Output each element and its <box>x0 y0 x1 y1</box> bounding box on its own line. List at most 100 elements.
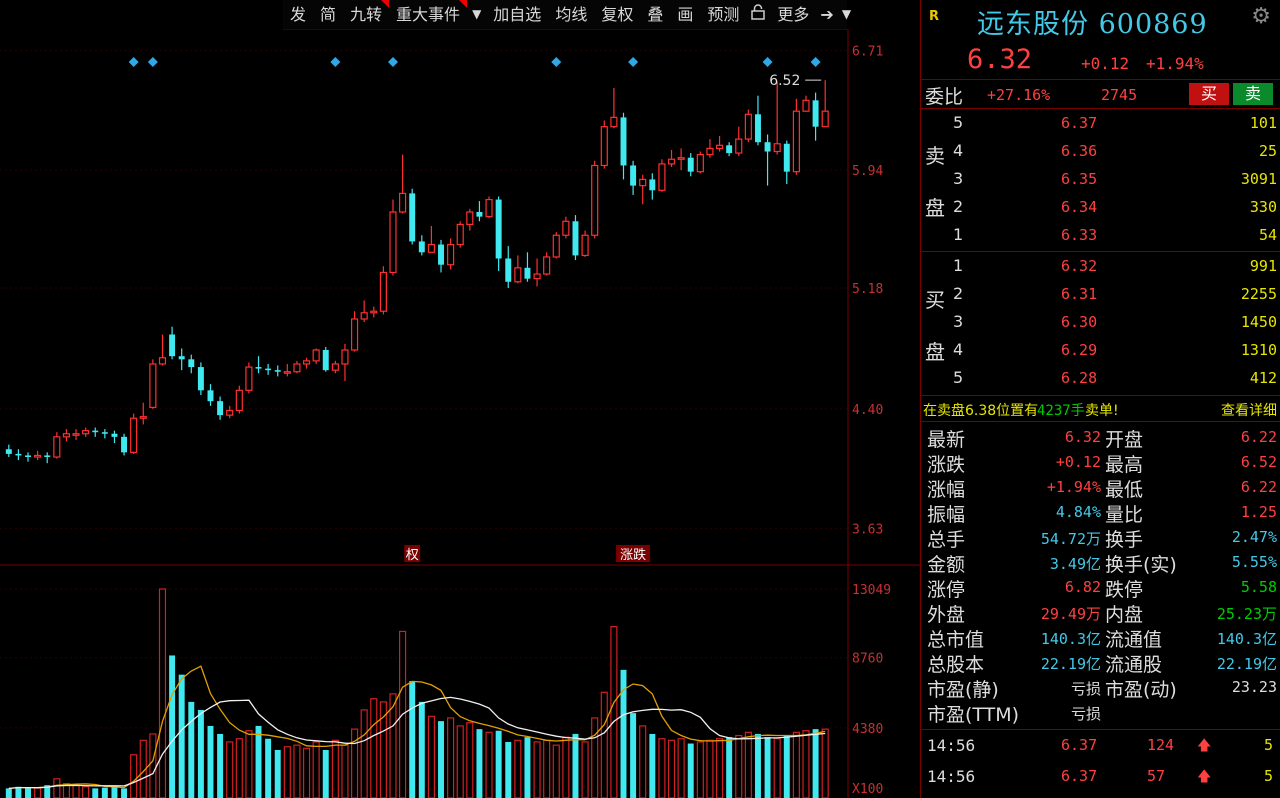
candle-down <box>418 241 425 253</box>
quote-label: 流通值 <box>1105 629 1163 651</box>
volume-bar-up <box>427 715 435 798</box>
volume-bar-down <box>726 737 733 798</box>
quote-value: +0.12 <box>1055 453 1101 471</box>
ask-row[interactable]: 1 6.33 54 <box>921 222 1280 248</box>
toolbar-moving-average[interactable]: 均线 <box>548 0 594 29</box>
signal-diamond-icon <box>628 57 639 67</box>
candle-up <box>360 312 368 320</box>
caret-down-icon[interactable]: ▼ <box>838 0 855 29</box>
toolbar-more[interactable]: 更多 <box>770 0 816 29</box>
volume-bar-up <box>591 717 599 798</box>
quote-value: 22.19亿 <box>1040 655 1101 673</box>
buy-button[interactable]: 买 <box>1189 83 1229 105</box>
candle-up <box>149 363 157 408</box>
ask-row[interactable]: 2 6.34 330 <box>921 194 1280 220</box>
candle-down <box>15 453 22 456</box>
quote-label: 流通股 <box>1105 654 1163 676</box>
price-tick-label: 5.18 <box>852 282 883 297</box>
price-tick-label: 3.63 <box>852 522 883 537</box>
toolbar-jiuzhuan[interactable]: 九转 <box>343 0 390 29</box>
quote-row: 总市值 140.3亿 流通值 140.3亿 <box>921 624 1280 651</box>
ask-row[interactable]: 4 6.36 25 <box>921 138 1280 164</box>
volume-bar-down <box>687 743 694 798</box>
quote-label: 最新 <box>927 429 966 451</box>
quote-row: 振幅 4.84% 量比 1.25 <box>921 499 1280 526</box>
volume-bar-down <box>495 730 502 798</box>
bid-price: 6.29 <box>1061 341 1098 359</box>
volume-bar-up <box>226 741 234 798</box>
quote-value: 5.55% <box>1231 553 1277 571</box>
order-notice: 在卖盘6.38位置有 4237手 卖单! 查看详细 <box>921 398 1280 420</box>
notice-text: 卖单! <box>1085 403 1119 419</box>
volume-bar-up <box>735 734 743 798</box>
ask-volume: 101 <box>1249 114 1277 132</box>
ask-row[interactable]: 5 6.37 101 <box>921 110 1280 136</box>
volume-bar-up <box>677 738 685 798</box>
candle-down <box>111 433 118 437</box>
signal-diamond-icon <box>387 57 398 67</box>
bid-row[interactable]: 2 6.31 2255 <box>921 281 1280 307</box>
ask-price: 6.36 <box>1061 142 1098 160</box>
divider <box>921 108 1280 109</box>
toolbar-adjust[interactable]: 复权 <box>594 0 640 29</box>
sell-button[interactable]: 卖 <box>1233 83 1273 105</box>
ask-price: 6.35 <box>1061 170 1098 188</box>
quote-value: 29.49万 <box>1040 605 1101 623</box>
volume-bar-down <box>25 787 31 798</box>
candle-down <box>620 117 627 166</box>
candle-up <box>62 433 71 438</box>
expand-icon[interactable]: ➔ <box>816 0 837 29</box>
candle-down <box>178 356 185 360</box>
toolbar-jian[interactable]: 简 <box>313 0 343 29</box>
ask-row[interactable]: 3 6.35 3091 <box>921 166 1280 192</box>
candle-down <box>476 211 483 217</box>
bid-row[interactable]: 4 6.29 1310 <box>921 337 1280 363</box>
candle-up <box>447 243 455 266</box>
toolbar-forecast[interactable]: 预测 <box>700 0 746 29</box>
quote-label: 涨幅 <box>927 479 966 501</box>
toolbar-draw[interactable]: 画 <box>670 0 700 29</box>
candle-down <box>754 114 761 143</box>
quote-value: 1.25 <box>1240 503 1277 521</box>
quote-value: 23.23 <box>1231 678 1277 696</box>
quote-value: 6.22 <box>1240 428 1277 446</box>
gear-icon[interactable]: ⚙ <box>1251 4 1271 29</box>
candle-up <box>562 220 570 236</box>
view-details-link[interactable]: 查看详细 <box>1221 400 1277 420</box>
toolbar-major-events[interactable]: 重大事件 <box>389 0 468 29</box>
bid-level: 5 <box>953 368 964 387</box>
quote-value: 140.3亿 <box>1040 630 1101 648</box>
candle-up <box>543 256 551 275</box>
volume-bar-down <box>15 786 22 798</box>
toolbar-add-watchlist[interactable]: 加自选 <box>486 0 548 29</box>
candle-up <box>293 363 301 373</box>
quote-row: 金额 3.49亿 换手(实) 5.55% <box>921 549 1280 576</box>
kline-chart[interactable]: 6.71 5.94 5.18 4.40 3.63 6.52 权 涨跌 13049 8760 4380… <box>0 29 920 798</box>
volume-bar-up <box>235 738 243 798</box>
bid-row[interactable]: 1 6.32 991 <box>921 253 1280 279</box>
candle-down <box>169 334 176 357</box>
toolbar-overlay[interactable]: 叠 <box>640 0 670 29</box>
volume-bar-up <box>447 717 455 798</box>
quote-label: 最高 <box>1105 454 1144 476</box>
quote-label: 总手 <box>927 529 966 551</box>
candle-up <box>792 110 800 173</box>
volume-bar-down <box>438 721 444 798</box>
volume-bar-down <box>207 725 214 798</box>
bid-row[interactable]: 5 6.28 412 <box>921 365 1280 391</box>
caret-down-icon[interactable]: ▼ <box>467 0 486 29</box>
lock-icon[interactable] <box>746 0 770 29</box>
toolbar-fa[interactable]: 发 <box>283 0 313 29</box>
candle-up <box>466 211 474 225</box>
volume-tick-label: 8760 <box>852 652 883 667</box>
candle-up <box>715 144 724 150</box>
tick-price: 6.37 <box>1061 767 1098 785</box>
candle-up <box>379 271 387 312</box>
quote-panel: R 远东股份 600869 ⚙ 6.32 +0.12 +1.94% 委比 +27… <box>920 0 1280 798</box>
candle-down <box>25 455 31 457</box>
volume-bar-down <box>476 729 483 798</box>
volume-bar-up <box>533 741 541 798</box>
signal-diamond-icon <box>762 57 773 67</box>
bid-row[interactable]: 3 6.30 1450 <box>921 309 1280 335</box>
bid-level: 4 <box>953 340 964 359</box>
